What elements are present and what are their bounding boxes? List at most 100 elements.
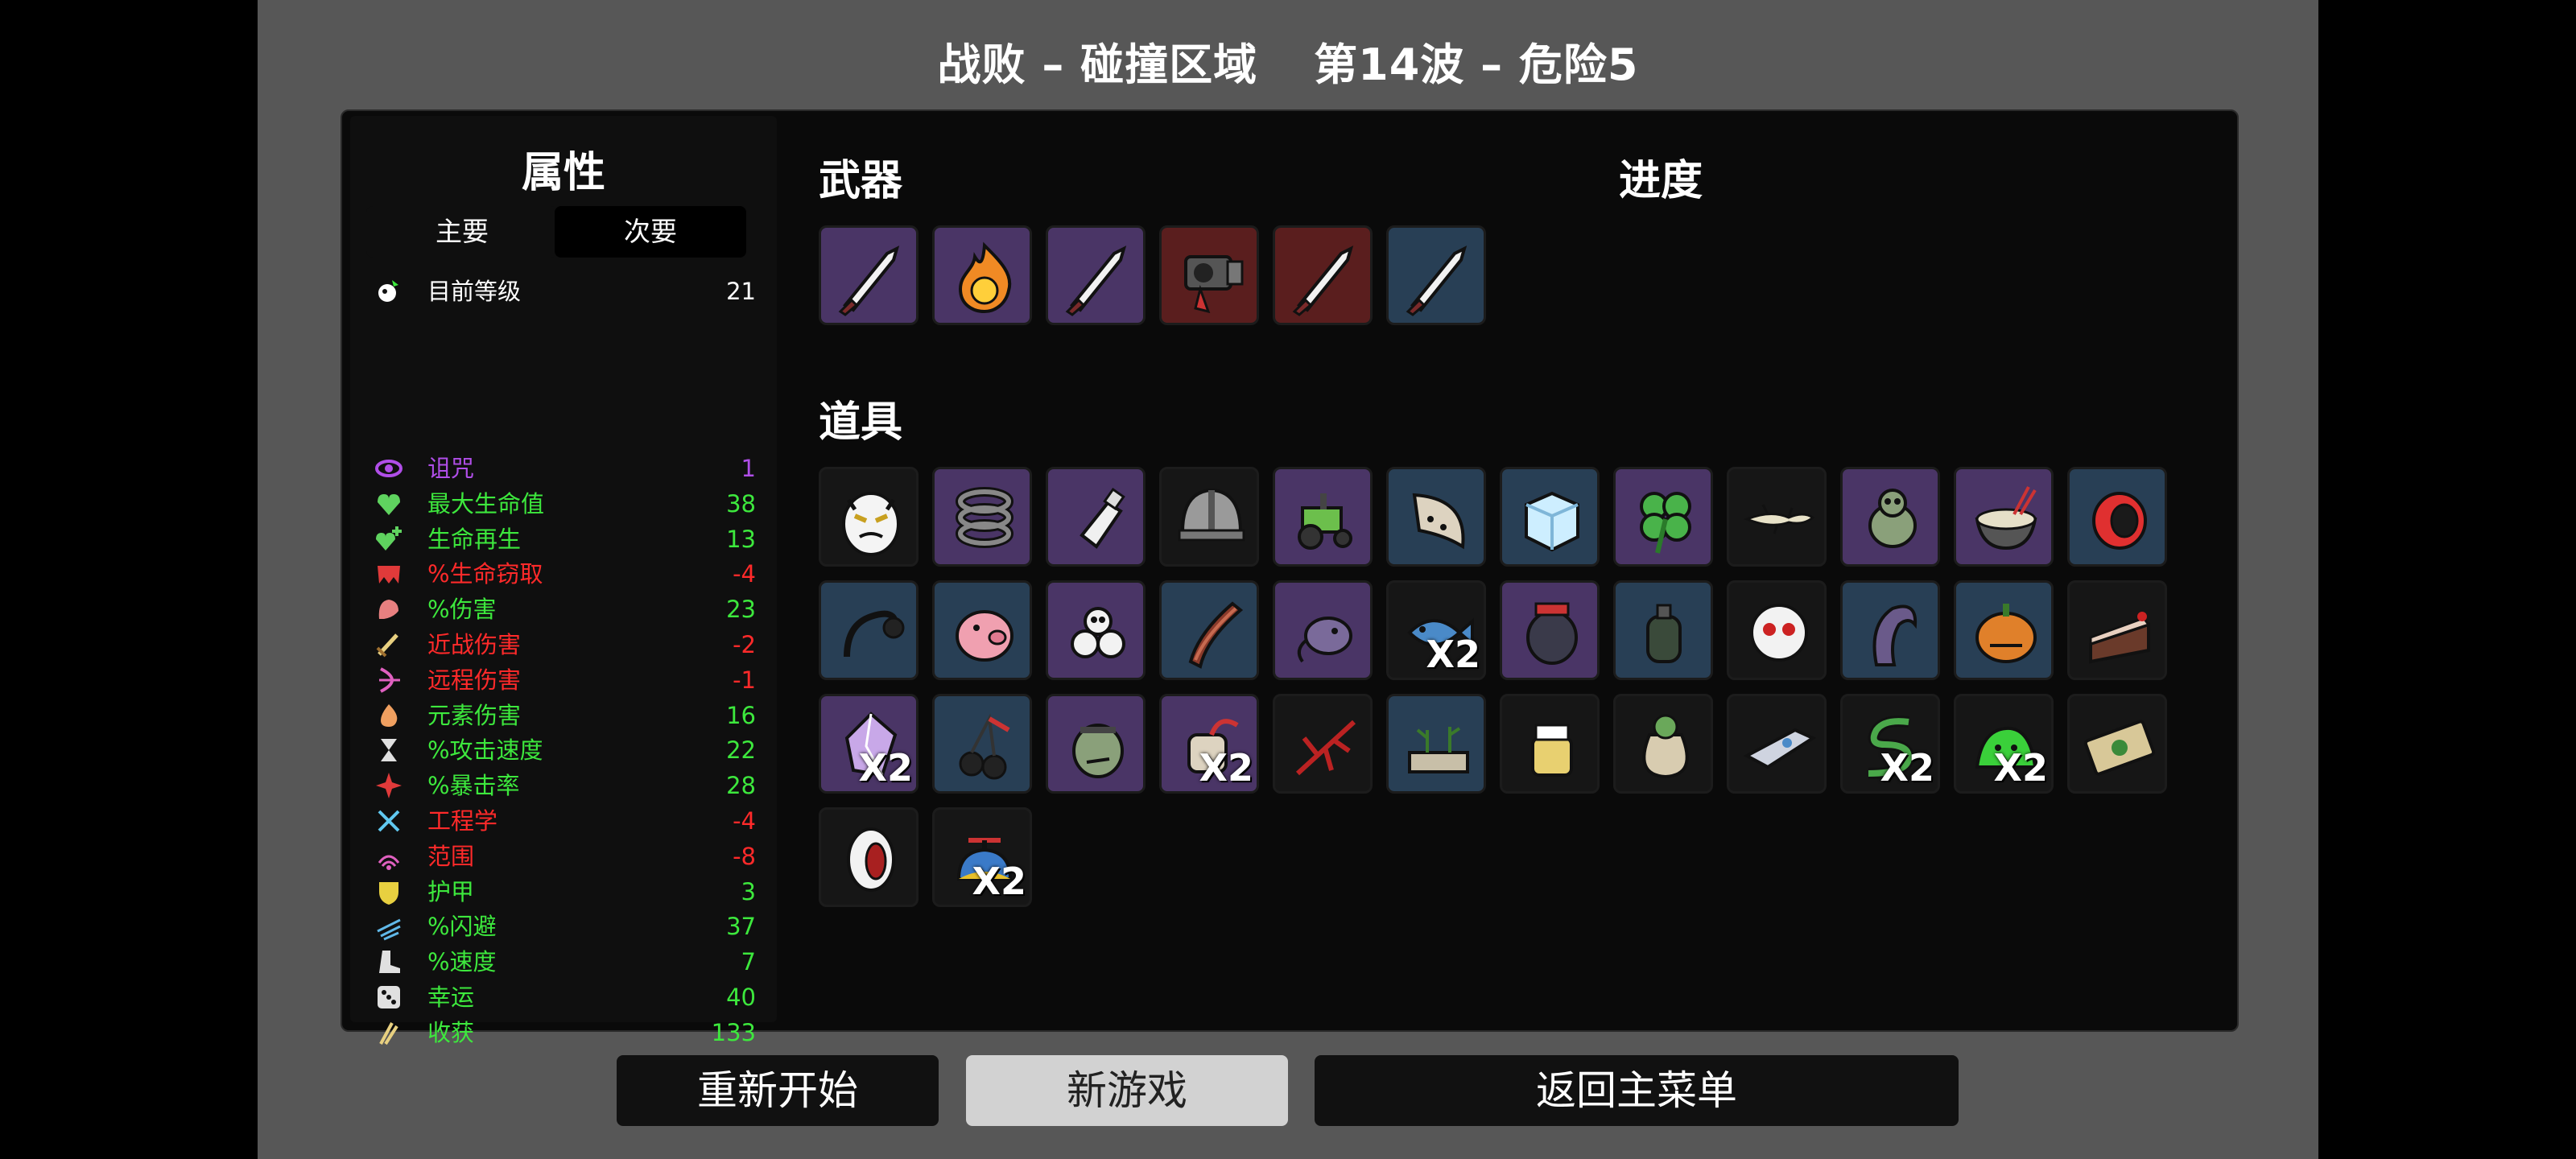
item-slot[interactable] (1046, 694, 1146, 794)
stat-label: %伤害 (427, 596, 497, 624)
item-slot[interactable] (1273, 580, 1373, 680)
item-slot[interactable]: X2 (1159, 694, 1259, 794)
item-count-badge: X2 (1199, 746, 1253, 790)
stat-value: 37 (726, 913, 756, 941)
stat-value: 1 (741, 455, 756, 482)
item-slot[interactable] (1159, 580, 1259, 680)
weapons-title: 武器 (819, 157, 903, 205)
stat-value: 23 (726, 596, 756, 624)
item-slot[interactable] (1840, 467, 1940, 567)
item-slot[interactable] (1273, 467, 1373, 567)
stat-row: %速度 7 (374, 946, 756, 978)
item-slot[interactable] (1046, 580, 1146, 680)
heart-icon (374, 489, 403, 518)
stat-value: -4 (733, 807, 756, 835)
stat-label: 远程伤害 (427, 666, 522, 694)
new-game-button[interactable]: 新游戏 (966, 1055, 1288, 1126)
eye-icon (374, 454, 403, 483)
item-slot[interactable] (1727, 694, 1827, 794)
stat-row-level: 目前等级 21 (374, 275, 756, 307)
item-slot[interactable] (932, 225, 1032, 325)
stat-label: 元素伤害 (427, 701, 522, 729)
item-slot[interactable]: X2 (1840, 694, 1940, 794)
item-slot[interactable] (1046, 467, 1146, 567)
item-slot[interactable] (1386, 467, 1486, 567)
progress-title: 进度 (1619, 157, 1703, 205)
tab-primary[interactable]: 主要 (366, 206, 558, 258)
item-slot[interactable]: X2 (819, 694, 919, 794)
item-slot[interactable]: X2 (1954, 694, 2054, 794)
wave-danger-label: 第14波 – 危险5 (1314, 39, 1639, 90)
stat-row: 元素伤害 16 (374, 699, 756, 732)
item-slot[interactable] (932, 467, 1032, 567)
item-slot[interactable] (1386, 694, 1486, 794)
stat-value: 3 (741, 877, 756, 905)
item-slot[interactable] (2067, 467, 2167, 567)
item-slot[interactable] (1613, 467, 1713, 567)
stat-value: 133 (711, 1018, 756, 1046)
main-menu-button[interactable]: 返回主菜单 (1315, 1055, 1959, 1126)
item-slot[interactable] (932, 694, 1032, 794)
run-result-title: 战败 – 碰撞区域 第14波 – 危险5 (258, 29, 2318, 93)
item-slot[interactable]: X2 (932, 807, 1032, 907)
item-slot[interactable] (819, 807, 919, 907)
stat-label: 幸运 (427, 984, 475, 1011)
stat-label: 诅咒 (427, 455, 475, 482)
crit-icon (374, 771, 403, 800)
stat-row: 最大生命值 38 (374, 488, 756, 520)
stat-value: 22 (726, 736, 756, 765)
item-slot[interactable] (819, 225, 919, 325)
tab-secondary[interactable]: 次要 (555, 206, 746, 258)
heart-plus-icon (374, 525, 403, 554)
stat-row: 护甲 3 (374, 876, 756, 908)
item-slot[interactable]: X2 (1386, 580, 1486, 680)
stats-panel: 属性 主要 次要 目前等级 21 诅咒 1 最大生命值 38 生命再生 13 %生命窃取 -4… (350, 116, 777, 1046)
item-slot[interactable] (1159, 225, 1259, 325)
stat-row: 生命再生 13 (374, 523, 756, 555)
stat-row: 幸运 40 (374, 981, 756, 1013)
defeat-zone-label: 战败 – 碰撞区域 (937, 39, 1258, 90)
stat-label: %生命窃取 (427, 560, 543, 588)
item-slot[interactable] (1613, 580, 1713, 680)
item-slot[interactable] (1613, 694, 1713, 794)
sword-icon (374, 630, 403, 659)
stat-row: %伤害 23 (374, 593, 756, 625)
stat-row: %生命窃取 -4 (374, 558, 756, 590)
stat-label: 范围 (427, 842, 475, 870)
item-slot[interactable] (1954, 580, 2054, 680)
item-slot[interactable] (819, 580, 919, 680)
shield-icon (374, 877, 403, 906)
stat-value: 28 (726, 772, 756, 800)
item-slot[interactable] (1840, 580, 1940, 680)
restart-button[interactable]: 重新开始 (617, 1055, 939, 1126)
item-slot[interactable] (2067, 580, 2167, 680)
fangs-icon (374, 559, 403, 588)
stat-row: 工程学 -4 (374, 805, 756, 837)
item-slot[interactable] (1500, 467, 1600, 567)
stat-value: 16 (726, 701, 756, 729)
item-slot[interactable] (1727, 580, 1827, 680)
boot-icon (374, 947, 403, 976)
item-slot[interactable] (1727, 467, 1827, 567)
item-slot[interactable] (1386, 225, 1486, 325)
item-count-badge: X2 (1880, 746, 1934, 790)
stat-row: %攻击速度 22 (374, 734, 756, 766)
wrench-icon (374, 806, 403, 835)
muscle-icon (374, 595, 403, 624)
stat-value: 7 (741, 948, 756, 976)
item-slot[interactable] (1954, 467, 2054, 567)
item-slot[interactable] (819, 467, 919, 567)
stat-row: 远程伤害 -1 (374, 664, 756, 696)
item-slot[interactable] (2067, 694, 2167, 794)
bow-icon (374, 666, 403, 695)
item-slot[interactable] (1159, 467, 1259, 567)
item-slot[interactable] (1500, 580, 1600, 680)
stat-label: 收获 (427, 1018, 475, 1046)
item-slot[interactable] (1273, 694, 1373, 794)
item-slot[interactable] (1046, 225, 1146, 325)
item-slot[interactable] (1500, 694, 1600, 794)
stat-label: 最大生命值 (427, 489, 545, 518)
stat-label: %闪避 (427, 913, 497, 941)
item-slot[interactable] (1273, 225, 1373, 325)
item-slot[interactable] (932, 580, 1032, 680)
